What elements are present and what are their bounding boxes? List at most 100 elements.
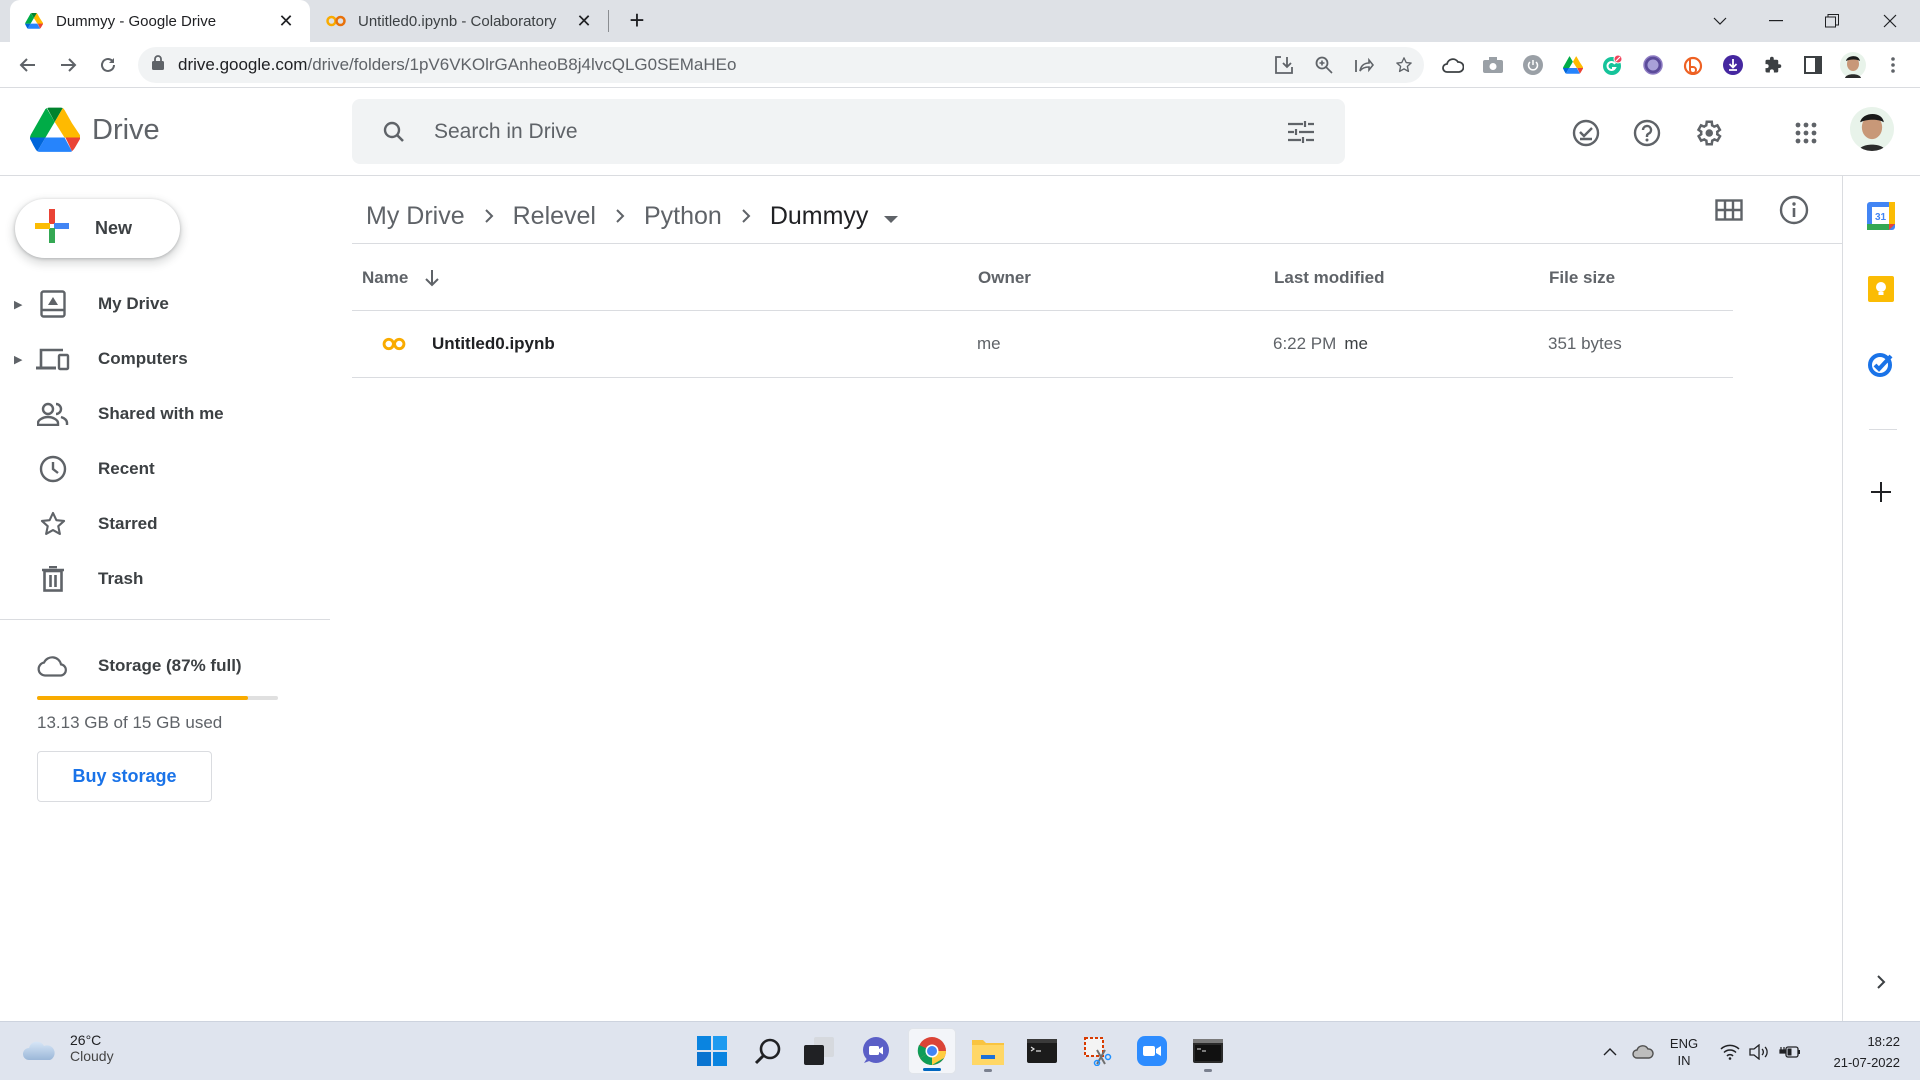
keep-icon[interactable] [1863,271,1899,307]
breadcrumb-python[interactable]: Python [644,202,722,231]
file-last-modified: 6:22 PM me [1273,311,1368,377]
drive-logo[interactable]: Drive [30,107,160,153]
reload-button[interactable] [92,49,124,81]
url-text[interactable]: drive.google.com/drive/folders/1pV6VKOlr… [178,55,1264,75]
cloud-extension-icon[interactable] [1436,49,1470,81]
sidebar-item-starred[interactable]: Starred [0,499,330,549]
column-header-last-modified[interactable]: Last modified [1274,244,1385,311]
system-clock[interactable]: 18:22 21-07-2022 [1810,1031,1901,1073]
column-header-file-size[interactable]: File size [1549,244,1615,311]
folder-menu-dropdown-icon[interactable] [884,202,899,231]
search-input[interactable] [424,119,1271,144]
tab-google-drive[interactable]: Dummyy - Google Drive ✕ [10,0,310,42]
chevron-right-icon [484,208,494,224]
sidebar-label: Shared with me [98,404,224,423]
side-panel-icon[interactable] [1796,49,1830,81]
sidebar-item-computers[interactable]: ▶ Computers [0,334,330,384]
share-icon[interactable] [1344,47,1384,83]
camera-extension-icon[interactable] [1476,49,1510,81]
menu-kebab-icon[interactable] [1876,49,1910,81]
expand-caret-icon[interactable]: ▶ [14,353,36,366]
install-icon[interactable] [1264,47,1304,83]
computers-icon [36,347,70,371]
buy-storage-button[interactable]: Buy storage [37,751,212,802]
search-icon[interactable] [364,120,424,144]
column-header-owner[interactable]: Owner [978,244,1031,311]
zoom-icon[interactable] [1304,47,1344,83]
breadcrumb-relevel[interactable]: Relevel [513,202,596,231]
sidebar-item-recent[interactable]: Recent [0,444,330,494]
task-view-icon[interactable] [795,1028,843,1074]
language-indicator[interactable]: ENG IN [1664,1022,1704,1081]
sidebar-item-shared-with-me[interactable]: Shared with me [0,389,330,439]
active-app-indicator [923,1068,941,1071]
minimize-button[interactable] [1748,0,1804,42]
offline-ready-icon[interactable] [1562,109,1610,157]
google-drive-extension-icon[interactable] [1556,49,1590,81]
zoom-app-icon[interactable] [1128,1028,1176,1074]
add-addon-icon[interactable] [1863,474,1899,510]
terminal-icon[interactable] [1018,1028,1066,1074]
sort-descending-arrow-icon[interactable] [424,269,440,287]
sidebar-divider [0,619,330,620]
volume-icon[interactable] [1746,1022,1774,1081]
restore-button[interactable] [1804,0,1860,42]
bookmark-star-icon[interactable] [1384,47,1424,83]
show-hidden-icons-chevron[interactable] [1598,1022,1622,1081]
expand-caret-icon[interactable]: ▶ [14,298,36,311]
sidebar-item-my-drive[interactable]: ▶ My Drive [0,279,330,329]
bitly-extension-icon[interactable] [1676,49,1710,81]
search-options-icon[interactable] [1271,120,1331,143]
grammarly-extension-icon[interactable] [1596,49,1630,81]
tasks-icon[interactable] [1863,346,1899,382]
extensions-puzzle-icon[interactable] [1756,49,1790,81]
file-modified-time: 6:22 PM [1273,334,1337,353]
show-side-panel-chevron-icon[interactable] [1863,964,1899,1000]
start-button[interactable] [688,1028,736,1074]
wifi-icon[interactable] [1716,1022,1744,1081]
help-icon[interactable] [1623,109,1671,157]
file-row[interactable]: Untitled0.ipynb me 6:22 PM me 351 bytes [352,311,1733,378]
new-button[interactable]: New [15,199,180,258]
profile-avatar[interactable] [1836,49,1870,81]
sidebar-label: Starred [98,514,158,533]
breadcrumb-my-drive[interactable]: My Drive [366,202,465,231]
file-explorer-icon[interactable] [964,1028,1012,1074]
tab-search-button[interactable] [1692,0,1748,42]
account-avatar[interactable] [1850,107,1894,151]
storage-progress-bar [37,696,278,700]
column-header-name[interactable]: Name [362,244,440,311]
new-tab-button[interactable]: + [622,6,652,36]
chrome-taskbar-icon[interactable] [908,1028,956,1074]
new-button-label: New [95,218,133,238]
onedrive-icon[interactable] [1628,1022,1658,1081]
close-tab-icon[interactable]: ✕ [574,11,594,32]
tab-title: Dummyy - Google Drive [56,12,217,30]
apps-grid-icon[interactable] [1782,109,1830,157]
battery-charging-icon[interactable] [1776,1022,1804,1081]
file-name[interactable]: Untitled0.ipynb [432,311,555,377]
close-window-button[interactable] [1862,0,1918,42]
snipping-tool-icon[interactable] [1074,1028,1122,1074]
info-icon[interactable] [1770,186,1818,234]
command-prompt-icon[interactable] [1184,1028,1232,1074]
address-bar[interactable]: drive.google.com/drive/folders/1pV6VKOlr… [138,47,1424,83]
teams-chat-icon[interactable] [852,1028,900,1074]
breadcrumb-current-folder[interactable]: Dummyy [770,202,869,231]
sidebar-item-storage[interactable]: Storage (87% full) [0,641,330,691]
power-extension-icon[interactable] [1516,49,1550,81]
forward-button[interactable] [52,49,84,81]
download-extension-icon[interactable] [1716,49,1750,81]
settings-icon[interactable] [1684,109,1732,157]
colab-icon [326,11,346,31]
calendar-icon[interactable]: 31 [1863,198,1899,234]
tab-colab[interactable]: Untitled0.ipynb - Colaboratory ✕ [312,0,608,42]
back-button[interactable] [12,49,44,81]
weather-description: Cloudy [70,1048,114,1064]
close-tab-icon[interactable]: ✕ [276,11,296,32]
purple-extension-icon[interactable] [1636,49,1670,81]
sidebar-item-trash[interactable]: Trash [0,554,330,604]
grid-view-icon[interactable] [1705,186,1753,234]
taskbar-search-icon[interactable] [744,1028,792,1074]
weather-widget[interactable]: 26°C Cloudy [22,1032,114,1064]
